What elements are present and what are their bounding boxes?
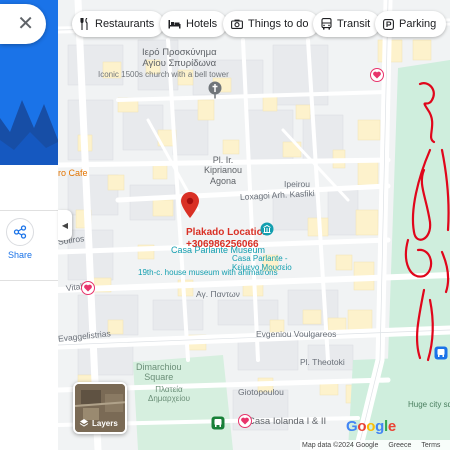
street-label-ipeirou: Ipeirou (284, 179, 310, 189)
bus-icon (321, 18, 332, 30)
church-description: Iconic 1500s church with a bell tower (98, 70, 229, 79)
google-letter: o (357, 418, 367, 435)
museum-description: 19th-c. house museum with animatrons (138, 268, 278, 277)
divider (0, 280, 58, 281)
layers-label-row: Layers (79, 418, 118, 428)
street-label-ag-pantwn: Αγ. Παντων (196, 289, 240, 299)
location-pin-icon[interactable] (181, 192, 199, 218)
museum-icon[interactable] (260, 222, 274, 236)
google-letter: G (346, 418, 358, 435)
chip-transit[interactable]: Transit (313, 11, 381, 37)
street-label-giotopoulou: Giotopoulou (238, 387, 284, 397)
share-icon (6, 218, 34, 246)
share-button[interactable]: Share (0, 218, 40, 260)
bus-stop-icon[interactable] (211, 416, 225, 430)
close-icon[interactable]: ✕ (17, 14, 34, 34)
church-greek-text: Ιερό Προσκύνημα Αγίου Σπυρίδωνα (142, 47, 217, 69)
map-data-credit: Map data ©2024 Google (302, 441, 379, 449)
hotel-label[interactable]: Casa Iolanda I & II (248, 416, 326, 428)
chip-label: Transit (337, 18, 371, 30)
saved-place-heart-icon[interactable] (370, 68, 384, 82)
share-label: Share (7, 250, 33, 260)
saved-place-heart-icon[interactable] (238, 414, 252, 428)
parking-icon (383, 18, 394, 30)
cafe-label[interactable]: ro Cafe (58, 168, 88, 178)
saved-place-heart-icon[interactable] (81, 281, 95, 295)
bed-icon (168, 19, 181, 29)
chip-label: Restaurants (95, 18, 155, 30)
chip-label: Hotels (186, 18, 218, 30)
church-icon[interactable] (208, 81, 222, 99)
chip-hotels[interactable]: Hotels (160, 11, 228, 37)
google-letter: e (387, 418, 396, 435)
google-letter: o (366, 418, 376, 435)
google-letter: g (375, 418, 384, 435)
collapse-panel-button[interactable]: ◀ (58, 210, 72, 240)
chip-restaurants[interactable]: Restaurants (72, 11, 165, 37)
chip-label: Parking (399, 18, 437, 30)
side-panel: Share (0, 0, 58, 450)
street-label-theotoki: Pl. Theotoki (300, 357, 345, 367)
search-box[interactable]: ✕ (0, 4, 46, 44)
camera-icon (231, 19, 243, 29)
layers-label: Layers (92, 418, 118, 428)
terms-link[interactable]: Terms (421, 442, 440, 449)
square-kiprianou-label: Pl. Ir. Kiprianou Agona (204, 155, 243, 186)
chip-label: Things to do (248, 18, 309, 30)
fork-knife-icon (80, 18, 90, 30)
city-square-label: Huge city sq (408, 400, 450, 409)
bus-stop-icon[interactable] (434, 346, 448, 360)
layers-icon (79, 419, 89, 427)
church-greek-label[interactable]: Ιερό Προσκύνημα Αγίου Σπυρίδωνα (142, 47, 217, 70)
dimarchiou-greek-label: Πλατεία Δημαρχείου (148, 385, 190, 404)
google-logo: Google (346, 418, 396, 435)
place-name-label[interactable]: Plakado Location (186, 227, 269, 239)
map-footer: Map data ©2024 Google Greece Terms (300, 440, 450, 450)
dimarchiou-square-label[interactable]: Dimarchiou Square (136, 362, 182, 383)
chip-things-to-do[interactable]: Things to do (223, 11, 319, 37)
layers-button[interactable]: Layers (73, 382, 127, 434)
street-label-evgeniou: Evgeniou Voulgareos (256, 329, 337, 339)
divider (0, 210, 58, 211)
chevron-left-icon: ◀ (61, 220, 69, 230)
chip-parking[interactable]: Parking (375, 11, 447, 37)
country-label[interactable]: Greece (388, 442, 411, 449)
